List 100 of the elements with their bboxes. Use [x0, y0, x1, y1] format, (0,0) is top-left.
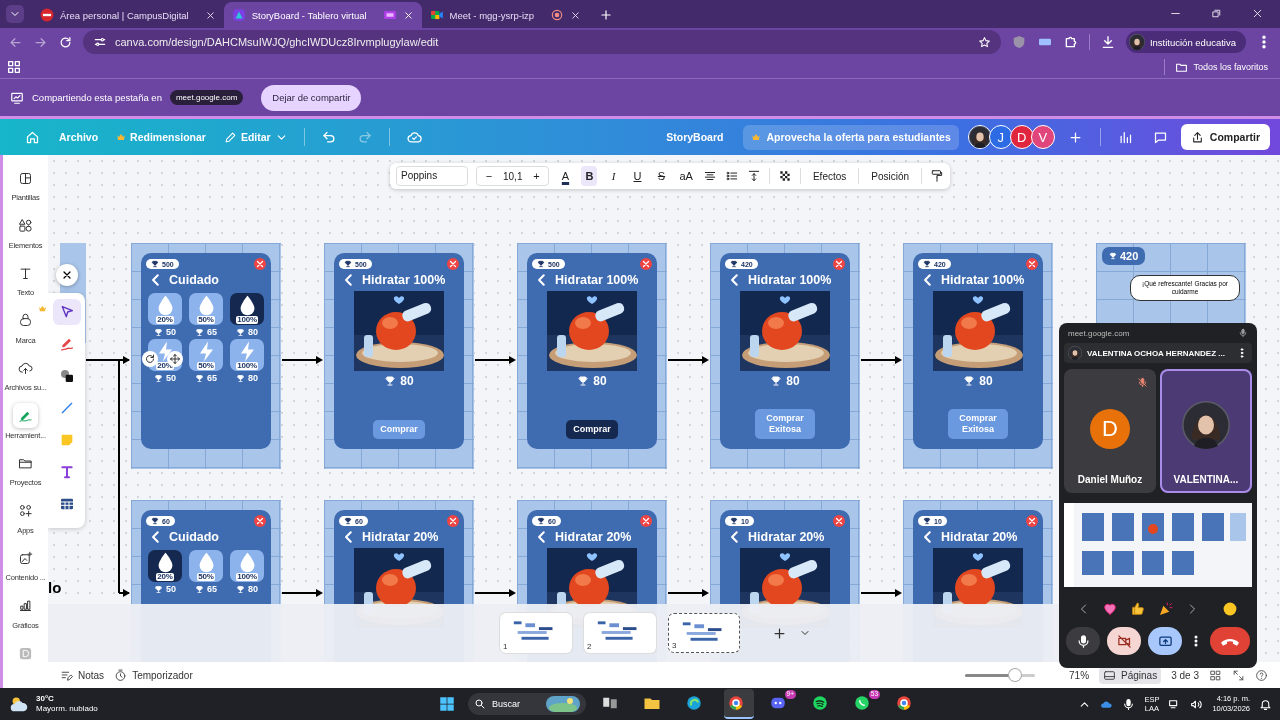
help-icon[interactable]	[1255, 668, 1268, 682]
presenter-selector[interactable]: VALENTINA OCHOA HERNANDEZ ...	[1064, 343, 1252, 363]
camera-button[interactable]	[1107, 627, 1141, 655]
apps-grid-icon[interactable]	[6, 59, 22, 75]
fullscreen-icon[interactable]	[1232, 668, 1245, 682]
toolbar-button[interactable]: Posición	[867, 170, 914, 182]
decrease-size-button[interactable]: −	[481, 166, 497, 186]
close-icon[interactable]	[447, 258, 459, 270]
notifications-icon[interactable]	[1259, 697, 1272, 711]
reload-icon[interactable]	[58, 34, 73, 50]
option-tile[interactable]: 100%	[230, 293, 264, 325]
taskbar-search[interactable]: Buscar	[468, 693, 586, 715]
text-color-button[interactable]: A	[557, 166, 574, 186]
address-bar[interactable]: canva.com/design/DAHCMsuIWJQ/ghcIWDUcz8Irvmplugylaw/edit	[83, 30, 1001, 54]
participant-tile[interactable]: D Daniel Muñoz	[1064, 369, 1156, 493]
pen-icon	[58, 336, 75, 352]
participant-tile[interactable]: VALENTINA...	[1160, 369, 1252, 493]
trophy-icon	[730, 517, 738, 525]
close-icon[interactable]	[254, 515, 266, 527]
close-icon[interactable]	[204, 9, 216, 21]
browser-tab[interactable]: StoryBoard - Tablero virtual	[223, 2, 422, 28]
heart-icon[interactable]	[1102, 601, 1118, 617]
format-button[interactable]: I	[605, 166, 622, 186]
add-person-icon[interactable]	[1067, 129, 1083, 145]
tool-button[interactable]	[52, 299, 81, 325]
avatar[interactable]: J	[988, 125, 1013, 149]
option-tile[interactable]: 50%	[189, 550, 223, 582]
grid-view-icon[interactable]	[1209, 668, 1222, 682]
close-icon[interactable]	[570, 9, 582, 21]
page-thumbnail[interactable]: 1	[500, 613, 572, 653]
thumbs-up-icon[interactable]	[1130, 601, 1146, 617]
notes-button[interactable]: Notas	[60, 668, 105, 682]
microphone-button[interactable]	[1066, 627, 1100, 655]
trophy-icon	[151, 260, 159, 268]
close-icon[interactable]	[1026, 515, 1038, 527]
insights-icon[interactable]	[1117, 129, 1133, 145]
shapes-icon	[18, 218, 33, 234]
avatar[interactable]: D	[1009, 125, 1034, 149]
browser-tab[interactable]: Área personal | CampusDigital	[32, 2, 224, 28]
spacing-icon[interactable]	[746, 169, 761, 183]
undo-icon[interactable]	[321, 129, 337, 145]
zoom-level[interactable]: 71%	[1069, 669, 1090, 681]
cloud-saved-icon[interactable]	[406, 129, 422, 145]
tab-search-button[interactable]	[6, 5, 24, 23]
bookmark-star-icon[interactable]	[977, 35, 991, 49]
timer-button[interactable]: Temporizador	[114, 668, 193, 682]
option-tile[interactable]: 50%	[189, 339, 223, 371]
format-button[interactable]: U	[629, 166, 646, 186]
format-button[interactable]: aA	[677, 166, 695, 186]
add-page-icon[interactable]	[772, 625, 787, 641]
format-button[interactable]: S	[653, 166, 670, 186]
buy-button[interactable]: Comprar	[566, 419, 618, 439]
share-button[interactable]: Compartir	[1180, 124, 1270, 150]
restore-icon[interactable]	[1210, 7, 1223, 20]
font-size-field[interactable]: 10,1	[503, 170, 523, 182]
emoji-icon[interactable]	[1222, 601, 1238, 617]
browser-tab[interactable]: Meet - mgg-ysrp-izp	[421, 2, 590, 28]
option-tile[interactable]: 100%	[230, 339, 264, 371]
taskbar-button[interactable]	[724, 689, 754, 719]
close-icon[interactable]	[402, 9, 414, 21]
toolbar-button[interactable]: Efectos	[808, 170, 851, 182]
option-tile[interactable]: 20%	[148, 550, 182, 582]
present-button[interactable]	[1148, 627, 1182, 655]
comment-icon[interactable]	[1152, 129, 1168, 145]
profile-button[interactable]: Institución educativa	[1125, 31, 1246, 53]
close-icon[interactable]	[1026, 258, 1038, 270]
close-icon[interactable]	[833, 515, 845, 527]
drop-icon	[157, 552, 173, 573]
option-tile[interactable]: 50%	[189, 293, 223, 325]
close-button[interactable]	[56, 264, 78, 286]
party-popper-icon[interactable]	[1158, 601, 1174, 617]
bookmarks-folder[interactable]: Todos los favoritos	[1175, 60, 1268, 74]
align-icon[interactable]	[702, 169, 717, 183]
close-icon[interactable]	[1251, 7, 1264, 20]
close-icon[interactable]	[447, 515, 459, 527]
search-icon	[474, 698, 486, 710]
hang-up-button[interactable]	[1210, 627, 1250, 655]
transparency-icon[interactable]	[777, 169, 792, 183]
rotate-handle-icon[interactable]	[142, 351, 158, 367]
site-settings-icon[interactable]	[93, 35, 107, 49]
close-icon[interactable]	[254, 258, 266, 270]
copy-style-icon[interactable]	[930, 169, 945, 183]
new-tab-icon[interactable]	[599, 8, 614, 22]
page-thumbnail[interactable]: 3	[668, 613, 740, 653]
close-icon[interactable]	[640, 258, 652, 270]
avatar[interactable]: V	[1030, 125, 1055, 149]
font-field[interactable]: Poppins	[396, 166, 468, 186]
stop-sharing-button[interactable]: Dejar de compartir	[261, 84, 362, 111]
option-tile[interactable]: 100%	[230, 550, 264, 582]
table-icon	[58, 496, 75, 512]
mic-icon[interactable]	[1122, 697, 1136, 711]
page-thumbnail[interactable]: 2	[584, 613, 656, 653]
start-icon[interactable]	[438, 695, 456, 713]
format-button[interactable]: B	[581, 166, 598, 186]
increase-size-button[interactable]: +	[528, 166, 545, 186]
close-icon[interactable]	[833, 258, 845, 270]
close-icon[interactable]	[640, 515, 652, 527]
document-title[interactable]: StoryBoard	[666, 131, 724, 143]
list-icon[interactable]	[724, 169, 739, 183]
option-tile[interactable]: 20%	[148, 293, 182, 325]
